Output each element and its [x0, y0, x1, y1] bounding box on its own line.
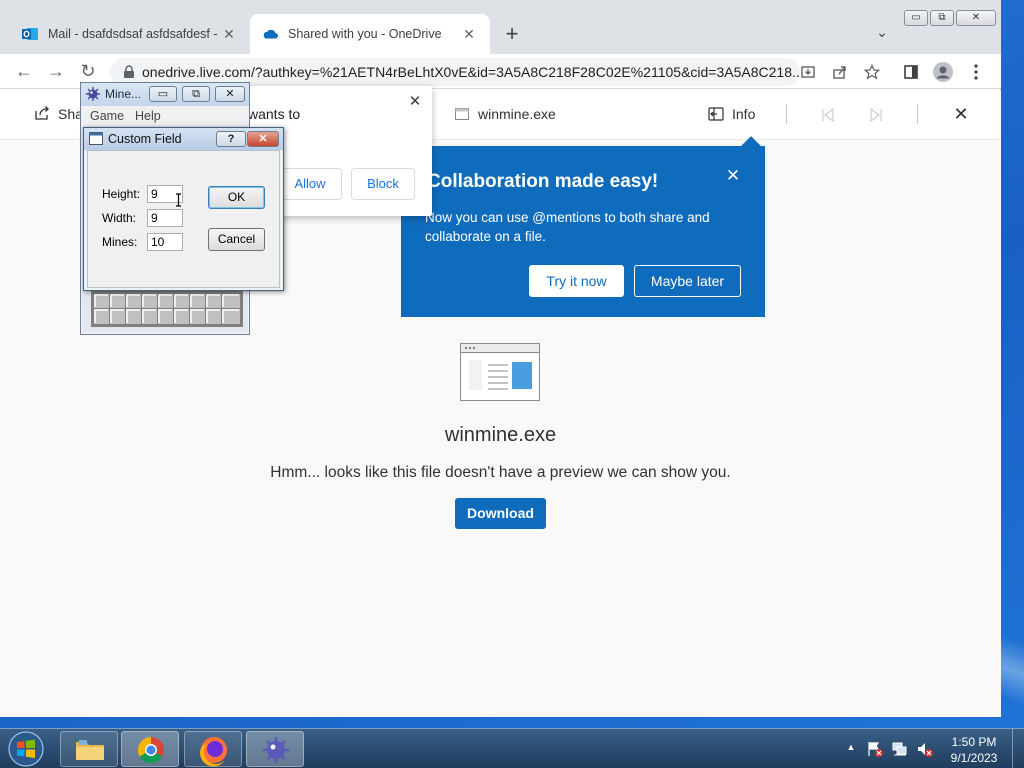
install-app-icon[interactable]: [796, 60, 820, 84]
block-button[interactable]: Block: [351, 168, 415, 200]
previous-file-icon[interactable]: [820, 107, 836, 123]
callout-close-icon[interactable]: ✕: [723, 166, 743, 186]
maybe-later-button[interactable]: Maybe later: [634, 265, 741, 297]
lock-icon: [122, 65, 136, 79]
tab-search-dropdown-icon[interactable]: ⌄: [872, 24, 892, 44]
mine-close-button[interactable]: ✕: [215, 86, 245, 102]
volume-muted-icon[interactable]: [916, 740, 934, 758]
dialog-app-icon: [89, 132, 103, 145]
custom-field-dialog: Custom Field ? ✕ Height: Width: Mines: O…: [83, 127, 284, 291]
outlook-icon: [22, 26, 38, 42]
windows-taskbar: ▲ 1:50 PM 9/1/2023: [0, 728, 1024, 768]
callout-title: Collaboration made easy!: [427, 171, 659, 192]
side-panel-icon[interactable]: [899, 60, 923, 84]
custom-field-body: Height: Width: Mines: OK Cancel: [87, 150, 280, 288]
info-pane-icon[interactable]: [708, 107, 726, 123]
tab-strip: Mail - dsafdsdsaf asfdsafdesf - O ✕ Shar…: [0, 0, 1001, 54]
taskbar-firefox-button[interactable]: [184, 731, 242, 767]
minefield-grid[interactable]: [91, 291, 243, 327]
menu-game[interactable]: Game: [90, 109, 124, 123]
mine-minimize-button[interactable]: ▭: [149, 86, 177, 102]
minesweeper-menu-bar: Game Help: [81, 106, 249, 126]
custom-field-title: Custom Field: [108, 132, 182, 146]
bookmark-star-icon[interactable]: [860, 60, 884, 84]
clock-time[interactable]: 1:50 PM: [940, 735, 1008, 749]
permission-close-icon[interactable]: ✕: [406, 92, 424, 110]
dialog-close-button[interactable]: ✕: [247, 131, 279, 147]
cancel-button[interactable]: Cancel: [208, 228, 265, 251]
width-label: Width:: [102, 211, 137, 225]
tab-mail[interactable]: Mail - dsafdsdsaf asfdsafdesf - O ✕: [10, 14, 250, 54]
chrome-menu-icon[interactable]: [964, 60, 988, 84]
taskbar-minesweeper-button[interactable]: [246, 731, 304, 767]
window-minimize-button[interactable]: ▭: [904, 10, 928, 26]
new-tab-button[interactable]: +: [500, 22, 524, 46]
try-it-now-button[interactable]: Try it now: [529, 265, 624, 297]
file-type-icon: [455, 108, 469, 120]
minesweeper-title-bar[interactable]: Mine... ▭ ⧉ ✕: [81, 83, 249, 106]
tab-onedrive[interactable]: Shared with you - OneDrive ✕: [250, 14, 490, 54]
text-cursor-icon: [175, 193, 182, 207]
reload-button[interactable]: ↻: [76, 60, 100, 84]
mine-icon: [263, 737, 289, 763]
share-icon[interactable]: [34, 105, 52, 123]
show-desktop-button[interactable]: [1012, 729, 1024, 768]
no-preview-message: Hmm... looks like this file doesn't have…: [270, 464, 731, 481]
network-status-icon[interactable]: [891, 740, 909, 758]
action-center-flag-icon[interactable]: [866, 740, 884, 758]
tab-onedrive-close-icon[interactable]: ✕: [460, 26, 478, 43]
mine-restore-button[interactable]: ⧉: [182, 86, 210, 102]
custom-field-title-bar[interactable]: Custom Field ? ✕: [84, 128, 283, 150]
start-button[interactable]: [5, 730, 47, 768]
next-file-icon[interactable]: [868, 107, 884, 123]
toolbar-divider: [917, 104, 918, 124]
tab-onedrive-title: Shared with you - OneDrive: [288, 27, 442, 41]
height-label: Height:: [102, 187, 141, 201]
back-button[interactable]: ←: [12, 60, 36, 84]
file-name-title: winmine.exe: [444, 424, 557, 446]
chrome-icon: [137, 736, 164, 764]
clock-date[interactable]: 9/1/2023: [940, 751, 1008, 765]
taskbar-chrome-button[interactable]: [121, 731, 179, 767]
onedrive-cloud-icon: [262, 26, 278, 42]
window-restore-button[interactable]: ⧉: [930, 10, 954, 26]
window-close-button[interactable]: ✕: [956, 10, 996, 26]
download-button[interactable]: Download: [455, 498, 546, 529]
firefox-icon: [200, 737, 227, 767]
close-viewer-icon[interactable]: ✕: [952, 104, 970, 124]
share-page-icon[interactable]: [828, 60, 852, 84]
collaboration-callout: Collaboration made easy! ✕ Now you can u…: [401, 146, 765, 317]
minesweeper-title: Mine...: [105, 87, 142, 101]
width-input[interactable]: [147, 209, 183, 227]
forward-button[interactable]: →: [44, 60, 68, 84]
permission-text: wants to: [248, 106, 301, 122]
tab-mail-close-icon[interactable]: ✕: [220, 26, 238, 43]
mines-input[interactable]: [147, 233, 183, 251]
url-text: onedrive.live.com/?authkey=%21AETN4rBeLh…: [142, 64, 800, 80]
info-button-label[interactable]: Info: [732, 106, 755, 122]
dialog-help-button[interactable]: ?: [216, 131, 246, 147]
folder-icon: [76, 740, 104, 760]
file-name-header: winmine.exe: [478, 106, 556, 122]
menu-help[interactable]: Help: [135, 109, 161, 123]
mines-label: Mines:: [102, 235, 138, 249]
allow-button[interactable]: Allow: [278, 168, 342, 200]
toolbar-divider: [786, 104, 787, 124]
taskbar-explorer-button[interactable]: [60, 731, 118, 767]
callout-body: Now you can use @mentions to both share …: [425, 210, 710, 244]
mine-app-icon: [85, 86, 101, 102]
profile-avatar-icon[interactable]: [931, 60, 955, 84]
ok-button[interactable]: OK: [208, 186, 265, 209]
tray-overflow-icon[interactable]: ▲: [845, 742, 857, 752]
tab-mail-title: Mail - dsafdsdsaf asfdsafdesf - O: [48, 27, 220, 41]
generic-file-icon: [460, 343, 540, 401]
